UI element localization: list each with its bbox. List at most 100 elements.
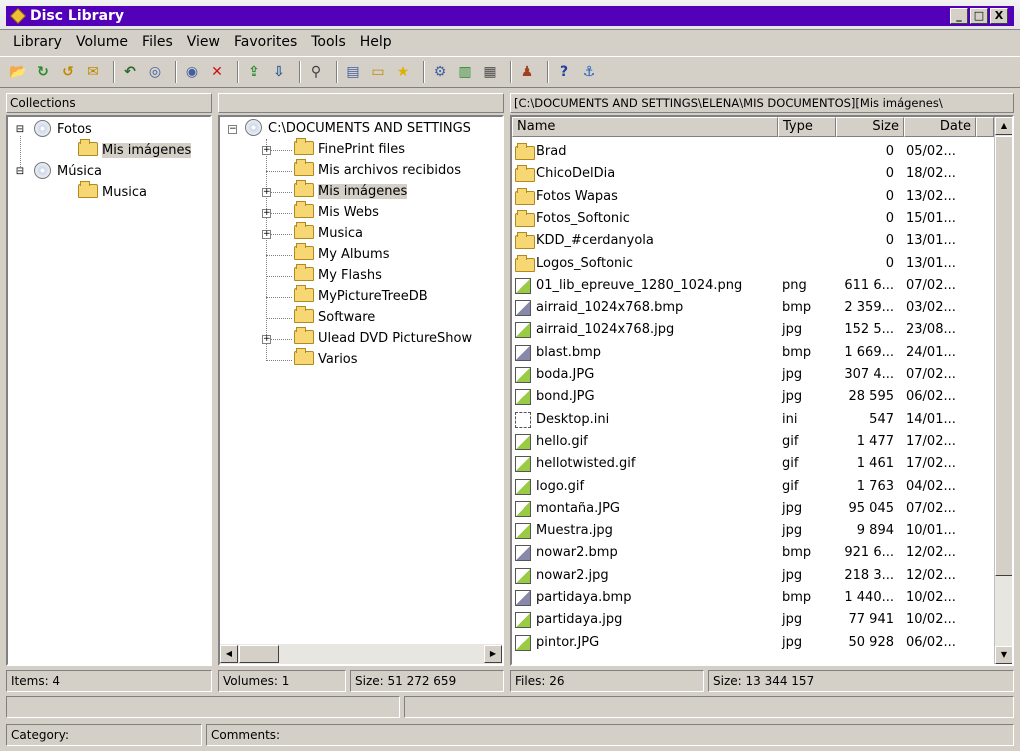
- folder-item[interactable]: Mis imágenes: [294, 180, 408, 202]
- file-row[interactable]: Desktop.ini ini 547 14/01...: [512, 409, 982, 431]
- delete-button[interactable]: ✕: [207, 62, 227, 82]
- scroll-right-button[interactable]: ▶: [484, 645, 502, 663]
- disc-button[interactable]: ◎: [145, 62, 165, 82]
- file-row[interactable]: nowar2.bmp bmp 921 6... 12/02...: [512, 542, 982, 564]
- folder-item[interactable]: Mis archivos recibidos: [294, 159, 461, 181]
- menu-files[interactable]: Files: [135, 30, 180, 54]
- open-library-button[interactable]: 📂: [8, 62, 28, 82]
- expand-icon[interactable]: +: [262, 209, 271, 218]
- search-button[interactable]: ⚲: [306, 62, 326, 82]
- minimize-button[interactable]: _: [950, 8, 968, 24]
- category-field[interactable]: Category:: [6, 724, 202, 746]
- expand-icon[interactable]: +: [262, 335, 271, 344]
- file-row[interactable]: Logos_Softonic 0 13/01...: [512, 253, 982, 275]
- file-row[interactable]: airraid_1024x768.jpg jpg 152 5... 23/08...: [512, 319, 982, 341]
- refresh-volume-button[interactable]: ↺: [58, 62, 78, 82]
- file-type: gif: [782, 456, 799, 472]
- file-list-vscroll[interactable]: ▲ ▼: [994, 117, 1012, 664]
- column-header-date[interactable]: Date: [904, 117, 976, 137]
- properties-button[interactable]: ▤: [343, 62, 363, 82]
- undo-button[interactable]: ↶: [120, 62, 140, 82]
- column-header-type[interactable]: Type: [778, 117, 836, 137]
- menu-help[interactable]: Help: [353, 30, 399, 54]
- comments-field[interactable]: Comments:: [206, 724, 1014, 746]
- collection-item[interactable]: Musica: [78, 181, 147, 203]
- column-header-name[interactable]: Name: [512, 117, 778, 137]
- collapse-icon[interactable]: ⊟: [14, 167, 26, 177]
- folder-item[interactable]: Musica: [294, 222, 363, 244]
- web-button[interactable]: ⚓: [579, 62, 599, 82]
- users-button[interactable]: ♟: [517, 62, 537, 82]
- file-row[interactable]: Muestra.jpg jpg 9 894 10/01...: [512, 520, 982, 542]
- folder-item[interactable]: FinePrint files: [294, 138, 405, 160]
- expand-icon[interactable]: +: [262, 230, 271, 239]
- scroll-left-button[interactable]: ◀: [220, 645, 238, 663]
- report-button[interactable]: ▦: [480, 62, 500, 82]
- file-list[interactable]: Name Type Size Date Brad 0 05/02... ChicoDelDia…: [510, 115, 1014, 666]
- collapse-icon[interactable]: ⊟: [14, 125, 26, 135]
- expand-icon[interactable]: +: [262, 188, 271, 197]
- new-folder-button[interactable]: ▭: [368, 62, 388, 82]
- file-row[interactable]: airraid_1024x768.bmp bmp 2 359... 03/02...: [512, 297, 982, 319]
- filter-button[interactable]: ▥: [455, 62, 475, 82]
- folder-item[interactable]: Mis Webs: [294, 201, 379, 223]
- help-icon: ?: [559, 64, 569, 80]
- collection-item[interactable]: ⊟ Música: [14, 162, 102, 182]
- file-row[interactable]: boda.JPG jpg 307 4... 07/02...: [512, 364, 982, 386]
- folder-item[interactable]: My Albums: [294, 243, 389, 265]
- folder-item[interactable]: Software: [294, 306, 375, 328]
- folder-root[interactable]: − C:\DOCUMENTS AND SETTINGS: [228, 119, 471, 139]
- folder-item[interactable]: Ulead DVD PictureShow: [294, 327, 472, 349]
- file-row[interactable]: hello.gif gif 1 477 17/02...: [512, 431, 982, 453]
- scan-disc-button[interactable]: ◉: [182, 62, 202, 82]
- add-volume-button[interactable]: ↻: [33, 62, 53, 82]
- file-row[interactable]: Fotos Wapas 0 13/02...: [512, 186, 982, 208]
- help-button[interactable]: ?: [554, 62, 574, 82]
- file-row[interactable]: partidaya.jpg jpg 77 941 10/02...: [512, 609, 982, 631]
- collection-item[interactable]: ⊟ Fotos: [14, 120, 92, 140]
- column-header-size[interactable]: Size: [836, 117, 904, 137]
- file-row[interactable]: logo.gif gif 1 763 04/02...: [512, 476, 982, 498]
- file-row[interactable]: blast.bmp bmp 1 669... 24/01...: [512, 342, 982, 364]
- favorites-button[interactable]: ★: [393, 62, 413, 82]
- file-row[interactable]: Brad 0 05/02...: [512, 141, 982, 163]
- folder-item[interactable]: MyPictureTreeDB: [294, 285, 428, 307]
- file-name: ChicoDelDia: [536, 166, 616, 182]
- menu-volume[interactable]: Volume: [69, 30, 135, 54]
- folder-item[interactable]: Varios: [294, 348, 358, 370]
- file-type: gif: [782, 478, 799, 494]
- menu-library[interactable]: Library: [6, 30, 69, 54]
- folder-tree[interactable]: − C:\DOCUMENTS AND SETTINGS + FinePrint fil…: [218, 115, 504, 666]
- options-button[interactable]: ⚙: [430, 62, 450, 82]
- file-row[interactable]: KDD_#cerdanyola 0 13/01...: [512, 230, 982, 252]
- maximize-button[interactable]: □: [970, 8, 988, 24]
- file-row[interactable]: 01_lib_epreuve_1280_1024.png png 611 6... 0…: [512, 275, 982, 297]
- scroll-thumb[interactable]: [239, 645, 279, 663]
- scroll-thumb[interactable]: [995, 136, 1012, 576]
- menu-favorites[interactable]: Favorites: [227, 30, 304, 54]
- collection-item[interactable]: Mis imágenes: [78, 139, 192, 161]
- file-row[interactable]: montaña.JPG jpg 95 045 07/02...: [512, 498, 982, 520]
- export-button[interactable]: ⇪: [244, 62, 264, 82]
- menu-tools[interactable]: Tools: [304, 30, 353, 54]
- import-button[interactable]: ⇩: [269, 62, 289, 82]
- folder-tree-hscroll[interactable]: ◀ ▶: [220, 644, 502, 664]
- collections-tree[interactable]: ⊟ Fotos Mis imágenes ⊟ Música Musica: [6, 115, 212, 666]
- file-row[interactable]: nowar2.jpg jpg 218 3... 12/02...: [512, 565, 982, 587]
- file-row[interactable]: ChicoDelDia 0 18/02...: [512, 163, 982, 185]
- collapse-icon[interactable]: −: [228, 125, 237, 134]
- scroll-down-button[interactable]: ▼: [995, 646, 1012, 664]
- menu-view[interactable]: View: [180, 30, 227, 54]
- file-row[interactable]: Fotos_Softonic 0 15/01...: [512, 208, 982, 230]
- folder-item[interactable]: My Flashs: [294, 264, 382, 286]
- scroll-up-button[interactable]: ▲: [995, 117, 1012, 135]
- file-row[interactable]: hellotwisted.gif gif 1 461 17/02...: [512, 453, 982, 475]
- file-row[interactable]: bond.JPG jpg 28 595 06/02...: [512, 386, 982, 408]
- column-header-extra[interactable]: [976, 117, 994, 137]
- window-title-bar[interactable]: Disc Library _ □ X: [6, 6, 1014, 26]
- edit-volume-button[interactable]: ✉: [83, 62, 103, 82]
- file-row[interactable]: pintor.JPG jpg 50 928 06/02...: [512, 632, 982, 654]
- expand-icon[interactable]: +: [262, 146, 271, 155]
- close-button[interactable]: X: [990, 8, 1008, 24]
- file-row[interactable]: partidaya.bmp bmp 1 440... 10/02...: [512, 587, 982, 609]
